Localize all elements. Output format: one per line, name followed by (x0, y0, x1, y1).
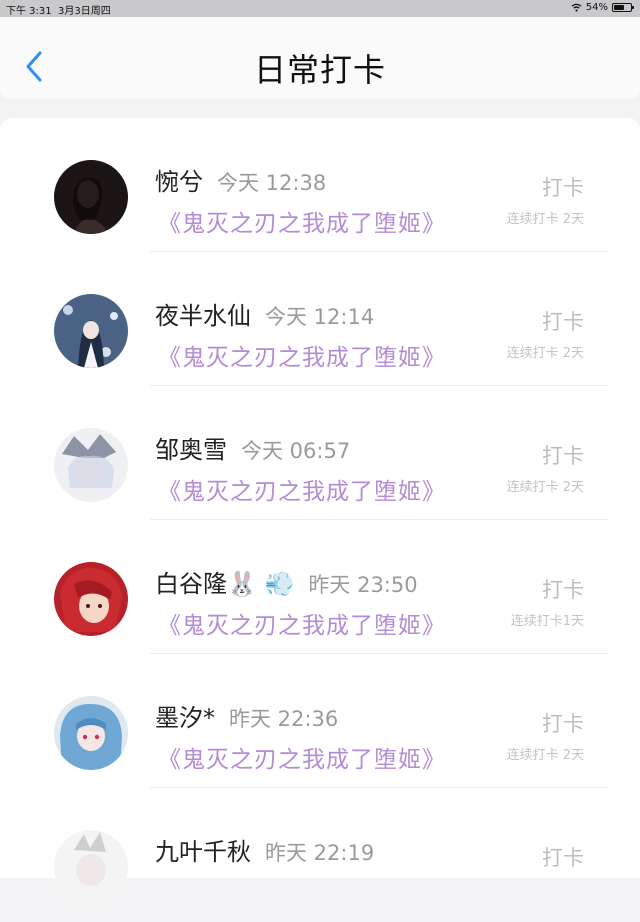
streak-label: 连续打卡1天 (510, 614, 584, 629)
streak-label: 连续打卡 2天 (506, 212, 584, 227)
book-title[interactable]: 《鬼灭之刃之我成了堕姬》 (158, 740, 446, 774)
book-title[interactable]: 《鬼灭之刃之我成了堕姬》 (158, 472, 446, 506)
book-title[interactable]: 《鬼灭之刃之我成了堕姬》 (158, 606, 446, 640)
checkin-button[interactable]: 打卡 (542, 842, 584, 872)
list-item[interactable]: 夜半水仙 今天 12:14 《鬼灭之刃之我成了堕姬》 打卡 连续打卡 2天 (0, 252, 640, 386)
checkin-button[interactable]: 打卡 (542, 708, 584, 738)
status-right: 54% (571, 2, 634, 13)
user-name[interactable]: 惋兮 (155, 162, 203, 197)
checkin-button[interactable]: 打卡 (542, 574, 584, 604)
avatar[interactable] (54, 160, 128, 234)
list-item[interactable]: 邹奥雪 今天 06:57 《鬼灭之刃之我成了堕姬》 打卡 连续打卡 2天 (0, 386, 640, 520)
battery-icon (612, 3, 634, 12)
streak-label: 连续打卡 2天 (506, 480, 584, 495)
checkin-time: 昨天 23:50 (308, 573, 418, 597)
status-time: 下午 3:31 (6, 6, 52, 17)
user-name[interactable]: 墨汐* (155, 698, 215, 733)
book-title[interactable]: 《鬼灭之刃之我成了堕姬》 (158, 204, 446, 238)
user-name[interactable]: 白谷隆🐰 💨 (155, 564, 294, 599)
checkin-time: 今天 12:38 (217, 171, 327, 195)
checkin-time: 今天 06:57 (241, 439, 351, 463)
checkin-button[interactable]: 打卡 (542, 172, 584, 202)
avatar[interactable] (54, 294, 128, 368)
user-name[interactable]: 邹奥雪 (155, 430, 227, 465)
checkin-button[interactable]: 打卡 (542, 440, 584, 470)
list-item[interactable]: 惋兮 今天 12:38 《鬼灭之刃之我成了堕姬》 打卡 连续打卡 2天 (0, 118, 640, 252)
avatar[interactable] (54, 562, 128, 636)
checkin-button[interactable]: 打卡 (542, 306, 584, 336)
page-title: 日常打卡 (253, 51, 386, 89)
wifi-icon (571, 3, 582, 12)
checkin-time: 昨天 22:19 (265, 841, 375, 865)
user-name[interactable]: 夜半水仙 (155, 296, 251, 331)
battery-percent: 54% (585, 2, 608, 13)
streak-label: 连续打卡 2天 (506, 748, 584, 763)
checkin-time: 昨天 22:36 (229, 707, 339, 731)
avatar[interactable] (54, 830, 128, 904)
header: 日常打卡 (0, 17, 640, 99)
book-title[interactable]: 《鬼灭之刃之我成了堕姬》 (158, 338, 446, 372)
list-item[interactable]: 墨汐* 昨天 22:36 《鬼灭之刃之我成了堕姬》 打卡 连续打卡 2天 (0, 654, 640, 788)
streak-label: 连续打卡 2天 (506, 346, 584, 361)
status-date: 3月3日周四 (58, 6, 111, 17)
checkin-time: 今天 12:14 (265, 305, 375, 329)
list-item[interactable]: 白谷隆🐰 💨 昨天 23:50 《鬼灭之刃之我成了堕姬》 打卡 连续打卡1天 (0, 520, 640, 654)
checkin-list: 惋兮 今天 12:38 《鬼灭之刃之我成了堕姬》 打卡 连续打卡 2天 夜半水仙… (0, 118, 640, 904)
user-name[interactable]: 九叶千秋 (155, 832, 251, 867)
avatar[interactable] (54, 696, 128, 770)
status-bar: 下午 3:31 3月3日周四 54% (0, 0, 640, 17)
list-item[interactable]: 九叶千秋 昨天 22:19 打卡 (0, 788, 640, 922)
avatar[interactable] (54, 428, 128, 502)
